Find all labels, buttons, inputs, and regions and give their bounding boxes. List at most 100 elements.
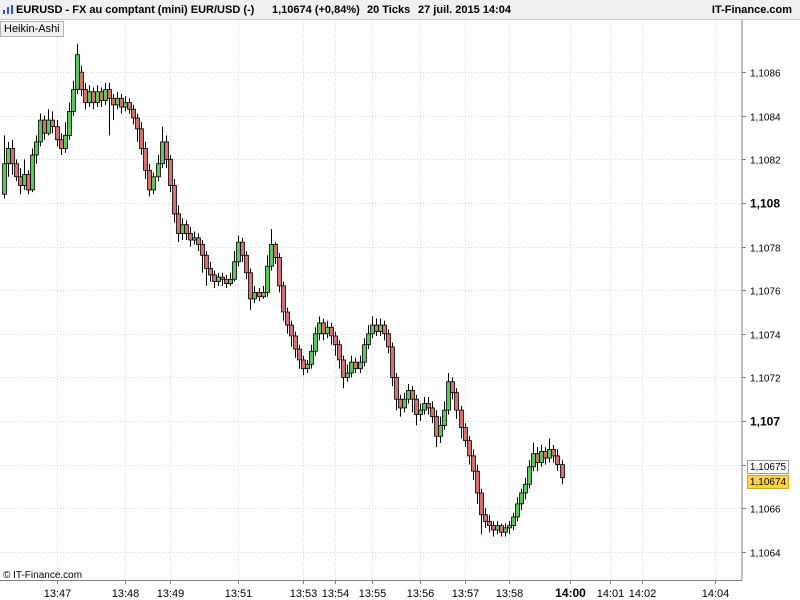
- candle-body: [325, 326, 330, 335]
- candle-body: [10, 148, 15, 165]
- candle: [374, 318, 379, 336]
- candle: [499, 523, 504, 537]
- indicator-label[interactable]: Heikin-Ashi: [0, 21, 64, 37]
- candle-body: [487, 520, 492, 527]
- candle: [151, 172, 156, 195]
- candle: [398, 394, 403, 417]
- candle: [463, 423, 468, 448]
- candle-body: [6, 148, 11, 165]
- candle: [71, 80, 76, 116]
- candle-body: [71, 89, 76, 112]
- price-chart[interactable]: 1,10641,10661,10681,1071,10721,10741,107…: [0, 0, 800, 600]
- candle: [305, 359, 310, 374]
- candle-body: [438, 424, 443, 437]
- candle-body: [406, 390, 411, 400]
- time-tick-label: 13:48: [112, 588, 140, 600]
- candle: [18, 168, 23, 195]
- symbol-title: EURUSD - FX au comptant (mini) EUR/USD (…: [16, 4, 255, 16]
- candle: [471, 449, 476, 480]
- candle-body: [160, 141, 165, 165]
- candle: [87, 85, 92, 108]
- price-tick-label: 1,1082: [750, 156, 781, 167]
- candle-body: [560, 464, 565, 479]
- candle-body: [519, 492, 524, 505]
- candle-body: [240, 241, 245, 256]
- time-tick-label: 14:01: [597, 588, 625, 600]
- candle-body: [321, 322, 326, 335]
- candle-body: [50, 119, 55, 128]
- candle-body: [59, 139, 64, 149]
- candle: [240, 237, 245, 262]
- candle: [99, 87, 104, 108]
- candle-body: [212, 274, 217, 282]
- candle: [236, 235, 241, 267]
- candle-body: [228, 278, 233, 285]
- candle-body: [103, 89, 108, 101]
- candle-body: [547, 448, 552, 459]
- candle-body: [358, 361, 363, 370]
- candle: [519, 488, 524, 511]
- candle-body: [349, 361, 354, 374]
- candle-body: [26, 174, 31, 191]
- candle-body: [450, 381, 455, 394]
- candle-body: [87, 91, 92, 104]
- candle: [382, 320, 387, 341]
- candle-body: [265, 265, 270, 293]
- candle-body: [127, 102, 132, 110]
- candle-body: [14, 163, 19, 178]
- candle: [34, 135, 39, 164]
- candle-body: [119, 97, 124, 108]
- time-tick-label: 13:54: [322, 588, 350, 600]
- candle-body: [426, 403, 431, 409]
- candle: [22, 159, 27, 190]
- price-tick-label: 1,1072: [750, 374, 781, 385]
- candle: [212, 270, 217, 289]
- candle-body: [459, 409, 464, 428]
- candle: [79, 65, 84, 97]
- candle-body: [398, 398, 403, 409]
- candle-body: [313, 333, 318, 352]
- candle-body: [475, 470, 480, 494]
- price-tick-label: 1,107: [750, 415, 780, 429]
- candle: [560, 460, 565, 485]
- candle-body: [2, 163, 7, 195]
- candle: [438, 416, 443, 443]
- price-tick-label: 1,1084: [750, 113, 781, 124]
- candle: [390, 342, 395, 387]
- candle-body: [454, 392, 459, 411]
- candle: [495, 521, 500, 535]
- last-price-label: 1,10674: [747, 475, 789, 489]
- candle: [551, 444, 556, 463]
- candle-body: [123, 102, 128, 108]
- candle: [317, 316, 322, 341]
- candle-body: [378, 324, 383, 333]
- candle-body: [236, 241, 241, 263]
- candle: [115, 91, 120, 110]
- candle: [426, 397, 431, 415]
- candle: [208, 261, 213, 282]
- price-tick-label: 1,1076: [750, 287, 781, 298]
- candle-body: [30, 154, 35, 191]
- candle: [511, 512, 516, 531]
- candle-body: [390, 346, 395, 378]
- candle: [200, 240, 205, 273]
- chart-header: EURUSD - FX au comptant (mini) EUR/USD (…: [0, 0, 800, 20]
- candle-body: [531, 453, 536, 468]
- candle: [188, 226, 193, 247]
- candle-body: [63, 134, 68, 149]
- candle-body: [414, 398, 419, 415]
- candle: [370, 316, 375, 339]
- candle: [131, 104, 136, 125]
- candle-body: [353, 361, 358, 370]
- candle-body: [430, 407, 435, 418]
- quote-date: 27 juil. 2015 14:04: [418, 4, 511, 16]
- candle-body: [99, 91, 104, 101]
- candle: [345, 364, 350, 382]
- candle: [91, 87, 96, 110]
- candle: [160, 126, 165, 169]
- candle-body: [281, 285, 286, 313]
- candle-body: [135, 117, 140, 130]
- candle: [139, 122, 144, 156]
- price-tick-label: 1,1078: [750, 244, 781, 255]
- candle-body: [139, 128, 144, 149]
